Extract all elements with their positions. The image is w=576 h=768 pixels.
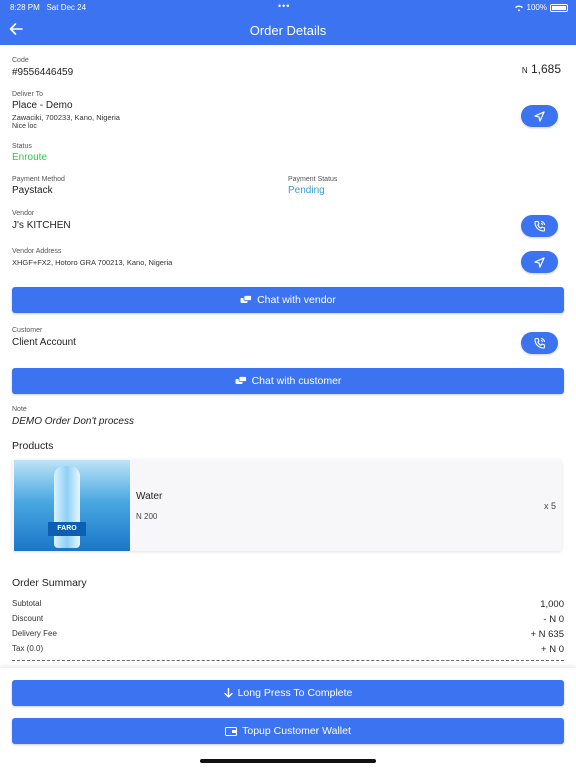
call-customer-button[interactable]	[521, 332, 558, 354]
chat-with-customer-label: Chat with customer	[251, 375, 342, 387]
summary-row-subtotal: Subtotal 1,000	[12, 599, 564, 610]
phone-call-icon	[533, 220, 545, 232]
summary-row-discount: Discount - N 0	[12, 614, 564, 625]
code-label: Code	[12, 57, 29, 64]
summary-row-delivery-fee: Delivery Fee + N 635	[12, 629, 564, 640]
product-card[interactable]: FARO Water N 200 x 5	[12, 459, 562, 551]
long-press-complete-label: Long Press To Complete	[237, 687, 353, 699]
chat-bubbles-icon	[235, 376, 247, 384]
chat-with-vendor-button[interactable]: Chat with vendor	[12, 287, 564, 313]
summary-label: Tax (0.0)	[12, 644, 44, 653]
page-title: Order Details	[249, 23, 327, 38]
navigation-arrow-icon	[534, 256, 545, 268]
payment-status: Pending	[288, 185, 325, 196]
battery-icon	[550, 3, 568, 12]
summary-divider	[12, 660, 564, 661]
chat-bubbles-icon	[240, 295, 252, 303]
navigation-arrow-icon	[534, 110, 545, 122]
order-total: N 1,685	[522, 62, 561, 76]
summary-label: Subtotal	[12, 599, 42, 608]
vendor-label: Vendor	[12, 210, 35, 217]
customer-name: Client Account	[12, 337, 76, 348]
topup-wallet-button[interactable]: Topup Customer Wallet	[12, 718, 564, 744]
wifi-icon	[514, 4, 523, 11]
delivery-address: Zawaciki, 700233, Kano, Nigeria	[12, 113, 120, 122]
arrow-down-icon	[223, 688, 233, 698]
status-time: 8:28 PM	[10, 3, 40, 12]
topup-wallet-label: Topup Customer Wallet	[242, 725, 351, 737]
summary-value: - N 0	[543, 614, 564, 625]
status-indicators: 100%	[514, 3, 568, 12]
customer-label: Customer	[12, 327, 43, 334]
status-label: Status	[12, 143, 32, 150]
product-name: Water	[136, 491, 163, 502]
phone-call-icon	[533, 337, 545, 349]
order-status: Enroute	[12, 152, 48, 163]
order-code: #9556446459	[12, 67, 74, 78]
app-header: 8:28 PM Sat Dec 24 ••• 100% Order Detail…	[0, 0, 576, 45]
battery-percent: 100%	[526, 3, 547, 12]
summary-value: + N 635	[530, 629, 564, 640]
payment-status-label: Payment Status	[288, 176, 338, 183]
product-price: N 200	[136, 512, 158, 521]
deliver-to-label: Deliver To	[12, 91, 43, 98]
vendor-address-label: Vendor Address	[12, 248, 62, 255]
home-indicator[interactable]	[200, 759, 376, 763]
chat-with-vendor-label: Chat with vendor	[257, 294, 336, 306]
summary-value: 1,000	[540, 599, 564, 610]
order-note: DEMO Order Don't process	[12, 416, 134, 427]
note-label: Note	[12, 406, 27, 413]
product-image-brand: FARO	[48, 522, 86, 536]
status-time-date: 8:28 PM Sat Dec 24	[10, 3, 86, 12]
navigate-delivery-button[interactable]	[521, 105, 558, 127]
long-press-complete-button[interactable]: Long Press To Complete	[12, 680, 564, 706]
vendor-name: J's KITCHEN	[12, 220, 71, 231]
chat-with-customer-button[interactable]: Chat with customer	[12, 368, 564, 394]
product-image: FARO	[14, 460, 130, 551]
order-total-currency: N	[521, 66, 528, 75]
product-quantity: x 5	[543, 501, 556, 511]
vendor-address: XHGF+FX2, Hotoro GRA 700213, Kano, Niger…	[12, 258, 173, 267]
payment-method: Paystack	[12, 185, 53, 196]
summary-value: + N 0	[541, 644, 564, 655]
multitask-dots-icon[interactable]: •••	[278, 1, 290, 11]
navigate-vendor-button[interactable]	[521, 251, 558, 273]
summary-label: Delivery Fee	[12, 629, 57, 638]
call-vendor-button[interactable]	[521, 215, 558, 237]
status-date: Sat Dec 24	[46, 3, 87, 12]
summary-row-tax: Tax (0.0) + N 0	[12, 644, 564, 655]
products-heading: Products	[12, 440, 54, 452]
summary-label: Discount	[12, 614, 44, 623]
order-total-amount: 1,685	[530, 62, 561, 76]
order-summary-heading: Order Summary	[12, 577, 87, 589]
payment-method-label: Payment Method	[12, 176, 65, 183]
address-note: Nice loc	[12, 123, 37, 130]
wallet-icon	[225, 726, 238, 736]
place-name: Place - Demo	[12, 100, 73, 111]
